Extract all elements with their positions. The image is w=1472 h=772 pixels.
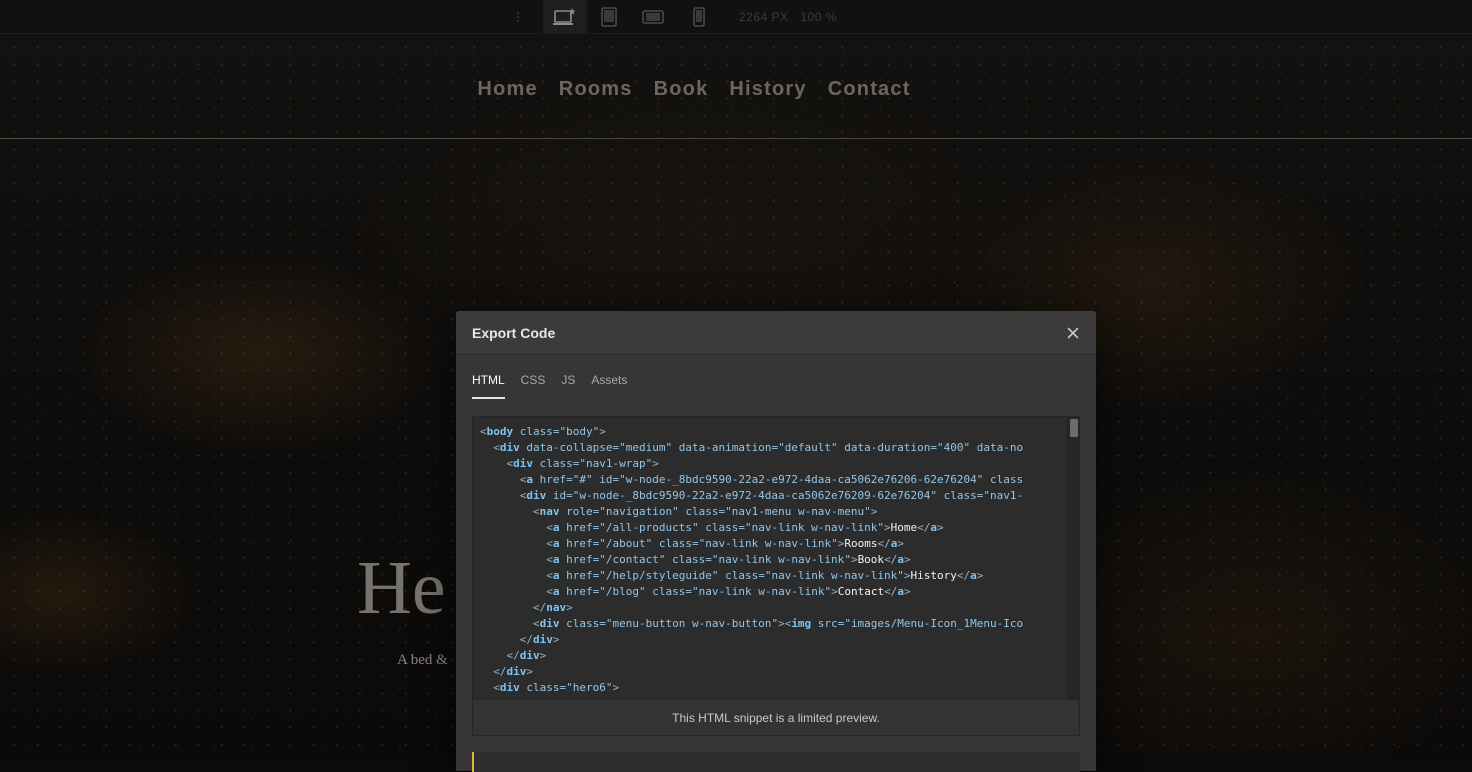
code-line: <a href="/about" class="nav-link w-nav-l… (546, 537, 904, 550)
tab-css[interactable]: CSS (521, 367, 546, 399)
zoom-readout: 100 % (800, 10, 837, 24)
code-line: <div data-collapse="medium" data-animati… (493, 441, 1024, 454)
code-line: <a href="/all-products" class="nav-link … (546, 521, 944, 534)
code-line: <a href="/contact" class="nav-link w-nav… (546, 553, 911, 566)
tab-js[interactable]: JS (561, 367, 575, 399)
code-line: </div> (506, 649, 547, 662)
code-line: <nav role="navigation" class="nav1-menu … (532, 505, 878, 518)
code-preview-panel: <body class="body"> <div data-collapse="… (472, 416, 1080, 736)
code-line: <div class="menu-button w-nav-button"><i… (532, 617, 1024, 630)
canvas-size-readout: 2264 PX 100 % (739, 10, 837, 24)
tablet-icon (601, 7, 617, 27)
code-line: <div class="hero6"> (493, 681, 620, 694)
modal-title: Export Code (472, 325, 556, 341)
code-line: <div id="w-node-_8bdc9590-22a2-e972-4daa… (519, 489, 1024, 502)
hero-subheading: A bed & (397, 652, 448, 668)
site-nav-history[interactable]: History (729, 78, 806, 101)
hero-heading: He (357, 546, 446, 630)
site-nav-menu: Home Rooms Book History Contact (0, 78, 1472, 101)
canvas-width-readout: 2264 PX (739, 10, 789, 24)
site-nav-book[interactable]: Book (654, 78, 709, 101)
code-line: <div class="nav1-wrap"> (506, 457, 659, 470)
code-preview[interactable]: <body class="body"> <div data-collapse="… (473, 417, 1069, 700)
code-line: </div> (519, 633, 560, 646)
preview-note: This HTML snippet is a limited preview. (473, 699, 1079, 735)
site-nav-home[interactable]: Home (477, 78, 537, 101)
modal-next-section (472, 752, 1080, 772)
code-line: </nav> (532, 601, 573, 614)
scrollbar-thumb[interactable] (1070, 419, 1078, 437)
mobile-landscape-breakpoint-button[interactable] (631, 0, 675, 34)
tab-html[interactable]: HTML (472, 367, 505, 399)
desktop-breakpoint-button[interactable] (543, 0, 587, 34)
code-line: <a href="/blog" class="nav-link w-nav-li… (546, 585, 911, 598)
code-line: <a href="/help/styleguide" class="nav-li… (546, 569, 984, 582)
mobile-portrait-icon (693, 7, 705, 27)
site-nav-contact[interactable]: Contact (828, 78, 911, 101)
code-scrollbar[interactable] (1067, 417, 1079, 700)
code-line: <body class="body"> (480, 425, 606, 438)
code-line: <a href="#" id="w-node-_8bdc9590-22a2-e9… (519, 473, 1024, 486)
mobile-portrait-breakpoint-button[interactable] (677, 0, 721, 34)
site-nav-rooms[interactable]: Rooms (559, 78, 633, 101)
tab-assets[interactable]: Assets (591, 367, 627, 399)
close-icon (1067, 327, 1079, 339)
nav-divider (0, 138, 1472, 139)
top-toolbar: 2264 PX 100 % (0, 0, 1472, 34)
tablet-breakpoint-button[interactable] (587, 0, 631, 34)
code-line: </div> (493, 665, 533, 678)
export-code-modal: Export Code HTML CSS JS Assets <body cla… (456, 311, 1096, 772)
desktop-star-icon (553, 8, 576, 25)
mobile-landscape-icon (642, 10, 664, 24)
more-options-icon[interactable] (512, 8, 524, 26)
modal-header: Export Code (456, 311, 1096, 355)
close-button[interactable] (1062, 322, 1084, 344)
code-tabs: HTML CSS JS Assets (472, 367, 627, 399)
